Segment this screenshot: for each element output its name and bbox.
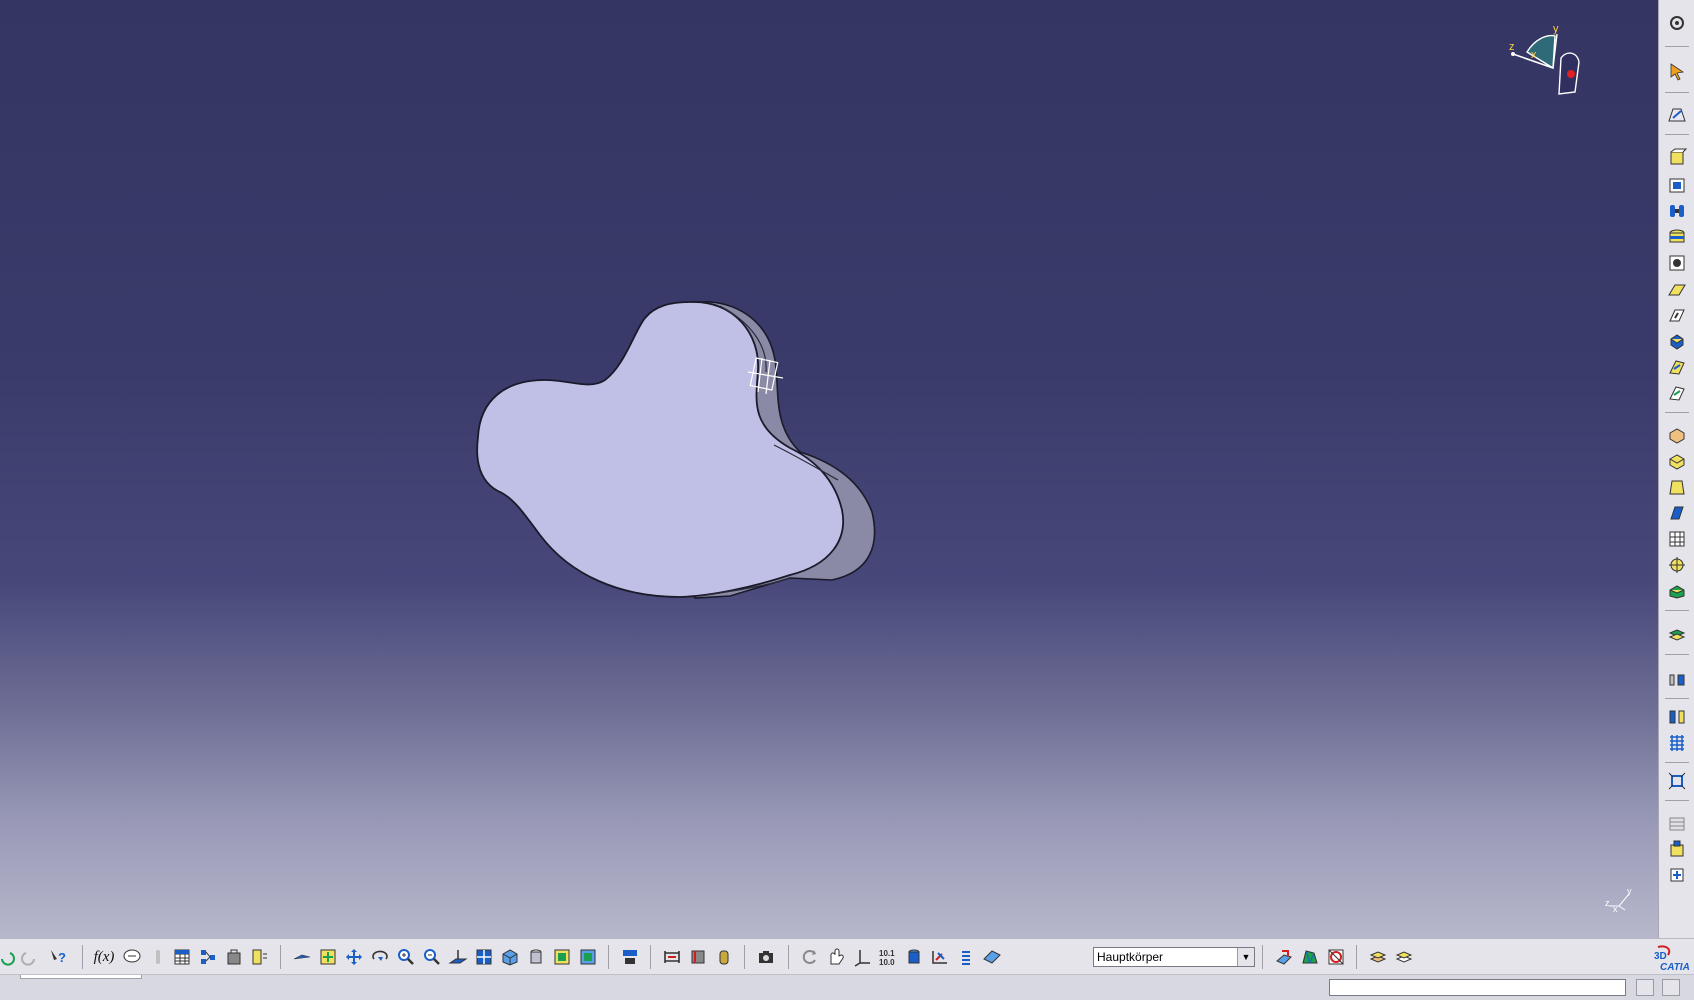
- stiffener-icon[interactable]: [1665, 330, 1689, 352]
- measure-item-icon[interactable]: [686, 946, 710, 968]
- chevron-down-icon[interactable]: ▼: [1237, 948, 1254, 966]
- chamfer-icon[interactable]: [1665, 450, 1689, 472]
- update-icon[interactable]: [798, 946, 822, 968]
- multi-view-icon[interactable]: [472, 946, 496, 968]
- define-work-object-icon[interactable]: [980, 946, 1004, 968]
- axis-system-icon: y z x: [1605, 886, 1632, 914]
- publication-icon[interactable]: [1366, 946, 1390, 968]
- fly-mode-icon[interactable]: [290, 946, 314, 968]
- svg-text:10.1: 10.1: [879, 949, 895, 958]
- sketch-analysis-icon[interactable]: [928, 946, 952, 968]
- svg-text:CATIA: CATIA: [1660, 962, 1690, 973]
- compass-axis-y: y: [1553, 24, 1559, 35]
- thickness-icon[interactable]: [1665, 528, 1689, 550]
- rectangular-pattern-icon[interactable]: [1665, 770, 1689, 792]
- svg-text:3D: 3D: [1654, 951, 1667, 962]
- removed-multi-section-icon[interactable]: [1665, 382, 1689, 404]
- layer-icon[interactable]: [1392, 946, 1416, 968]
- right-toolbar: [1658, 0, 1694, 938]
- shaft-icon[interactable]: [1665, 200, 1689, 222]
- rotate-icon[interactable]: [368, 946, 392, 968]
- compass-axis-x: x: [1531, 49, 1537, 61]
- undo-icon[interactable]: [0, 946, 18, 968]
- insert-body-icon[interactable]: [1665, 864, 1689, 886]
- design-table-icon[interactable]: [170, 946, 194, 968]
- zoom-out-icon[interactable]: [420, 946, 444, 968]
- 3d-viewport[interactable]: y x z y z x: [0, 0, 1658, 938]
- render-style-icon[interactable]: [618, 946, 642, 968]
- compass-axis-z: z: [1509, 41, 1515, 53]
- split-icon[interactable]: [1665, 624, 1689, 646]
- normal-view-icon[interactable]: [446, 946, 470, 968]
- iso-view-icon[interactable]: [498, 946, 522, 968]
- redo-icon[interactable]: [18, 946, 42, 968]
- shell-icon[interactable]: [1665, 502, 1689, 524]
- mini-axis-x: x: [1613, 904, 1618, 914]
- measure-values-icon[interactable]: 10.1 10.0: [876, 946, 900, 968]
- status-tab: [20, 975, 142, 979]
- stop-command-button[interactable]: [1636, 979, 1654, 996]
- parameters-icon[interactable]: [248, 946, 272, 968]
- thick-surface-icon[interactable]: [1665, 668, 1689, 690]
- insert-part-icon[interactable]: [1272, 946, 1296, 968]
- draft-icon[interactable]: [1665, 476, 1689, 498]
- measure-between-icon[interactable]: [660, 946, 684, 968]
- measure-inertia-icon[interactable]: [712, 946, 736, 968]
- help-icon[interactable]: ?: [46, 946, 70, 968]
- rib-icon[interactable]: [1665, 278, 1689, 300]
- sketch-icon[interactable]: [1665, 104, 1689, 126]
- translation-icon[interactable]: [1665, 706, 1689, 728]
- hole-icon[interactable]: [1665, 252, 1689, 274]
- part-geometry[interactable]: [0, 0, 1658, 938]
- surface-icon[interactable]: [1298, 946, 1322, 968]
- command-input[interactable]: [1329, 979, 1626, 996]
- part-top-face: [476, 301, 844, 598]
- command-list-button[interactable]: [1662, 979, 1680, 996]
- current-body-select[interactable]: Hauptkörper ▼: [1093, 947, 1255, 967]
- pad-icon[interactable]: [1665, 146, 1689, 168]
- zoom-in-icon[interactable]: [394, 946, 418, 968]
- current-body-value: Hauptkörper: [1097, 950, 1164, 964]
- comment-icon[interactable]: [120, 946, 144, 968]
- hide-show-icon[interactable]: [550, 946, 574, 968]
- svg-text:10.0: 10.0: [879, 958, 895, 967]
- analysis-icon[interactable]: [1324, 946, 1348, 968]
- multi-section-solid-icon[interactable]: [1665, 356, 1689, 378]
- pocket-icon[interactable]: [1665, 174, 1689, 196]
- compass-icon[interactable]: y x z: [1505, 24, 1595, 104]
- axis-system-tool-icon[interactable]: [850, 946, 874, 968]
- list-icon[interactable]: [954, 946, 978, 968]
- scaling-icon[interactable]: [1665, 812, 1689, 834]
- settings-icon[interactable]: [1665, 12, 1689, 34]
- catia-logo: 3D CATIA: [1654, 945, 1690, 973]
- graph-icon[interactable]: [196, 946, 220, 968]
- boolean-icon[interactable]: [1665, 838, 1689, 860]
- remove-face-icon[interactable]: [1665, 580, 1689, 602]
- pan-icon[interactable]: [342, 946, 366, 968]
- fit-all-icon[interactable]: [316, 946, 340, 968]
- mini-axis-z: z: [1605, 898, 1610, 908]
- catalog-icon[interactable]: [222, 946, 246, 968]
- groove-icon[interactable]: [1665, 226, 1689, 248]
- edge-fillet-icon[interactable]: [1665, 424, 1689, 446]
- svg-text:?: ?: [58, 950, 66, 965]
- knowledge-icon[interactable]: [146, 946, 170, 968]
- mirror-icon[interactable]: [1665, 732, 1689, 754]
- shading-icon[interactable]: [524, 946, 548, 968]
- status-bar: [0, 974, 1694, 1000]
- swap-visible-space-icon[interactable]: [576, 946, 600, 968]
- apply-material-icon[interactable]: [902, 946, 926, 968]
- bottom-toolbar: ? f(x) 10.1 10.0 Hauptkörper ▼ 3D CATIA: [0, 938, 1694, 974]
- select-arrow-icon[interactable]: [1665, 60, 1689, 82]
- slot-icon[interactable]: [1665, 304, 1689, 326]
- formula-button[interactable]: f(x): [92, 946, 116, 968]
- thread-icon[interactable]: [1665, 554, 1689, 576]
- manipulate-icon[interactable]: [824, 946, 848, 968]
- camera-icon[interactable]: [754, 946, 778, 968]
- mini-axis-y: y: [1627, 886, 1632, 896]
